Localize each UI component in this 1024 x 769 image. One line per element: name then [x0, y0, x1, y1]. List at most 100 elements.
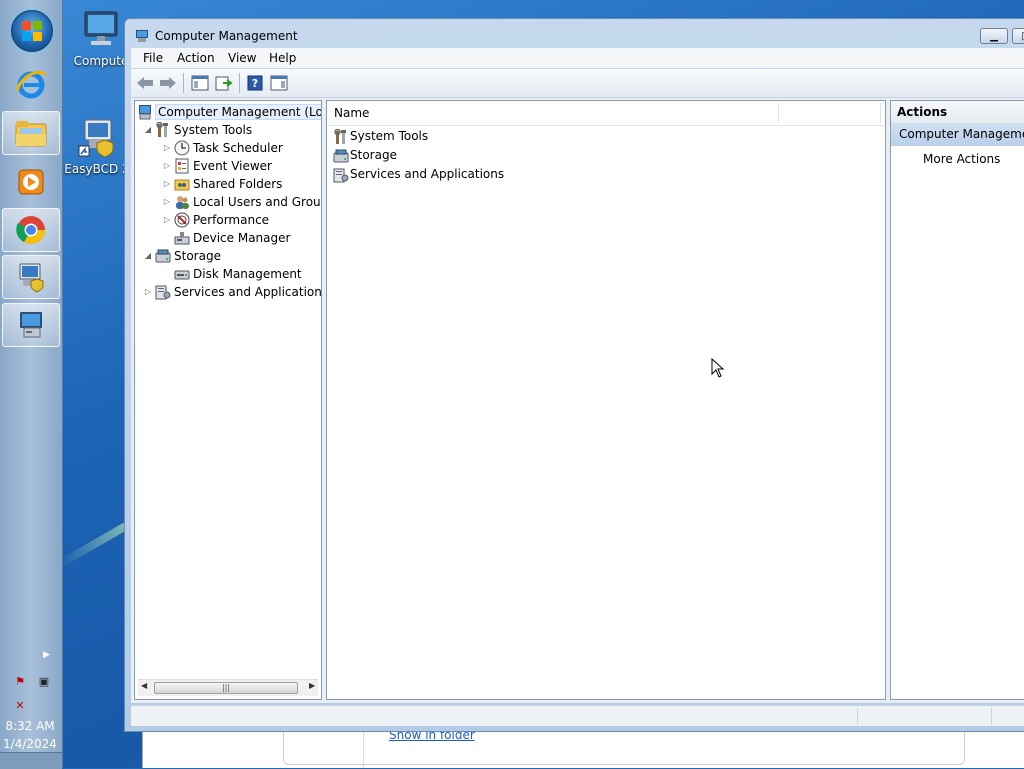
- actions-title: Actions: [897, 105, 948, 119]
- tree-expand-icon[interactable]: ▷: [162, 193, 172, 211]
- toolbar-separator: [183, 73, 184, 93]
- list-item[interactable]: Services and Applications: [333, 165, 633, 184]
- tree-item-label: Event Viewer: [193, 159, 272, 173]
- taskbar-item-chrome[interactable]: [2, 208, 60, 252]
- show-hide-action-pane-button[interactable]: [269, 73, 289, 93]
- column-header-name[interactable]: Name: [334, 106, 369, 120]
- list-item-label: System Tools: [350, 129, 429, 143]
- menu-file[interactable]: File: [143, 51, 163, 65]
- tree-expand-icon[interactable]: ▷: [162, 139, 172, 157]
- tree-expand-icon[interactable]: ▷: [162, 175, 172, 193]
- services-icon: [155, 284, 171, 300]
- tree-item-label: System Tools: [174, 123, 253, 137]
- status-separator: [857, 708, 858, 724]
- title-bar[interactable]: Computer Management ▁ □: [125, 19, 1024, 51]
- tree-item-label: Shared Folders: [193, 177, 283, 191]
- show-desktop-button[interactable]: [0, 752, 62, 769]
- tree-item[interactable]: ▷ Task Scheduler: [135, 139, 321, 157]
- tree-horizontal-scrollbar[interactable]: ◀ ||| ▶: [138, 679, 318, 696]
- menu-help[interactable]: Help: [269, 51, 296, 65]
- actions-section-header[interactable]: Computer Management: [891, 124, 1024, 146]
- start-button[interactable]: [11, 10, 53, 52]
- easybcd-icon: [75, 118, 119, 158]
- back-arrow-icon: [137, 77, 153, 89]
- tree-item[interactable]: ▷ Services and Applications: [135, 283, 321, 301]
- volume-muted-icon[interactable]: ✕: [12, 698, 28, 714]
- help-button[interactable]: ?: [245, 73, 265, 93]
- tree-item[interactable]: ◢ System Tools: [135, 121, 321, 139]
- console-tree: Computer Management (Local ◢ System Tools ▷…: [134, 100, 322, 700]
- actions-header: Actions: [891, 101, 1024, 124]
- tree-item-label: Performance: [193, 213, 270, 227]
- chrome-icon: [16, 216, 45, 244]
- tree-collapse-icon[interactable]: ◢: [143, 247, 153, 265]
- clock-time[interactable]: 8:32 AM: [0, 719, 60, 733]
- tray-expand-icon[interactable]: ▶: [43, 650, 50, 660]
- menu-action[interactable]: Action: [177, 51, 215, 65]
- tree-item[interactable]: ▷ Performance: [135, 211, 321, 229]
- taskbar-item-easybcd[interactable]: [2, 255, 60, 299]
- list-item[interactable]: System Tools: [333, 127, 633, 146]
- taskbar-item-windows-explorer[interactable]: [2, 111, 60, 155]
- tree-item-label: Task Scheduler: [193, 141, 283, 155]
- tree-item-label: Local Users and Groups: [193, 195, 322, 209]
- tree-collapse-icon[interactable]: ◢: [143, 121, 153, 139]
- more-actions-item[interactable]: More Actions: [923, 152, 1000, 166]
- column-separator[interactable]: [880, 103, 881, 123]
- performance-icon: [174, 212, 190, 228]
- minimize-button[interactable]: ▁: [980, 28, 1008, 44]
- clock-date[interactable]: 1/4/2024: [0, 737, 60, 751]
- back-button[interactable]: [135, 73, 155, 93]
- services-icon: [333, 167, 349, 183]
- svg-text:?: ?: [252, 77, 258, 90]
- storage-icon: [333, 148, 349, 164]
- tree-item[interactable]: Disk Management: [135, 265, 321, 283]
- scroll-left-icon[interactable]: ◀: [141, 681, 147, 690]
- action-center-icon[interactable]: ⚑: [12, 674, 28, 690]
- list-item[interactable]: Storage: [333, 146, 633, 165]
- console-tree-icon: [191, 75, 209, 91]
- maximize-button[interactable]: □: [1012, 28, 1024, 44]
- tree-expand-icon[interactable]: ▷: [162, 211, 172, 229]
- action-pane-icon: [270, 75, 288, 91]
- taskbar-item-internet-explorer[interactable]: [2, 62, 60, 106]
- tree-item[interactable]: Computer Management (Local: [135, 103, 321, 121]
- tree-item[interactable]: ▷ Shared Folders: [135, 175, 321, 193]
- desktop-icon-easybcd[interactable]: EasyBCD 2: [62, 118, 132, 176]
- tools-icon: [333, 128, 349, 145]
- tree-item[interactable]: ▷ Local Users and Groups: [135, 193, 321, 211]
- shared-folders-icon: [174, 176, 190, 192]
- desktop-icon-label: EasyBCD 2: [64, 162, 130, 176]
- tree-item-label: Computer Management (Local: [155, 104, 321, 120]
- list-item-label: Storage: [350, 148, 397, 162]
- minimize-icon: ▁: [990, 30, 998, 42]
- taskbar-item-computer-management[interactable]: [2, 303, 60, 347]
- show-hide-console-tree-button[interactable]: [190, 73, 210, 93]
- export-list-button[interactable]: [214, 73, 234, 93]
- tree-item[interactable]: Device Manager: [135, 229, 321, 247]
- menu-view[interactable]: View: [228, 51, 256, 65]
- tree-expand-icon[interactable]: ▷: [143, 283, 153, 301]
- computer-management-icon: [137, 104, 153, 120]
- forward-arrow-icon: [160, 77, 176, 89]
- results-pane: Name System Tools Storage Services and App…: [326, 100, 886, 700]
- media-player-icon: [18, 169, 44, 195]
- status-separator: [991, 708, 992, 724]
- network-icon[interactable]: ▣: [36, 674, 52, 690]
- scroll-right-icon[interactable]: ▶: [309, 681, 315, 690]
- mouse-pointer-icon: [711, 358, 725, 378]
- scrollbar-thumb[interactable]: |||: [154, 682, 298, 694]
- taskbar: ▶ ⚑ ▣ ✕ 8:32 AM 1/4/2024: [0, 0, 63, 769]
- folder-icon: [15, 121, 47, 147]
- status-bar: [131, 705, 1024, 726]
- tree-item-label: Device Manager: [193, 231, 291, 245]
- tree-item[interactable]: ◢ Storage: [135, 247, 321, 265]
- tree-expand-icon[interactable]: ▷: [162, 157, 172, 175]
- forward-button[interactable]: [158, 73, 178, 93]
- column-separator[interactable]: [778, 103, 779, 123]
- list-header: Name: [327, 101, 885, 126]
- background-divider: [363, 728, 364, 768]
- tree-item[interactable]: ▷ Event Viewer: [135, 157, 321, 175]
- taskbar-item-media-player[interactable]: [2, 160, 60, 204]
- event-viewer-icon: [174, 158, 190, 174]
